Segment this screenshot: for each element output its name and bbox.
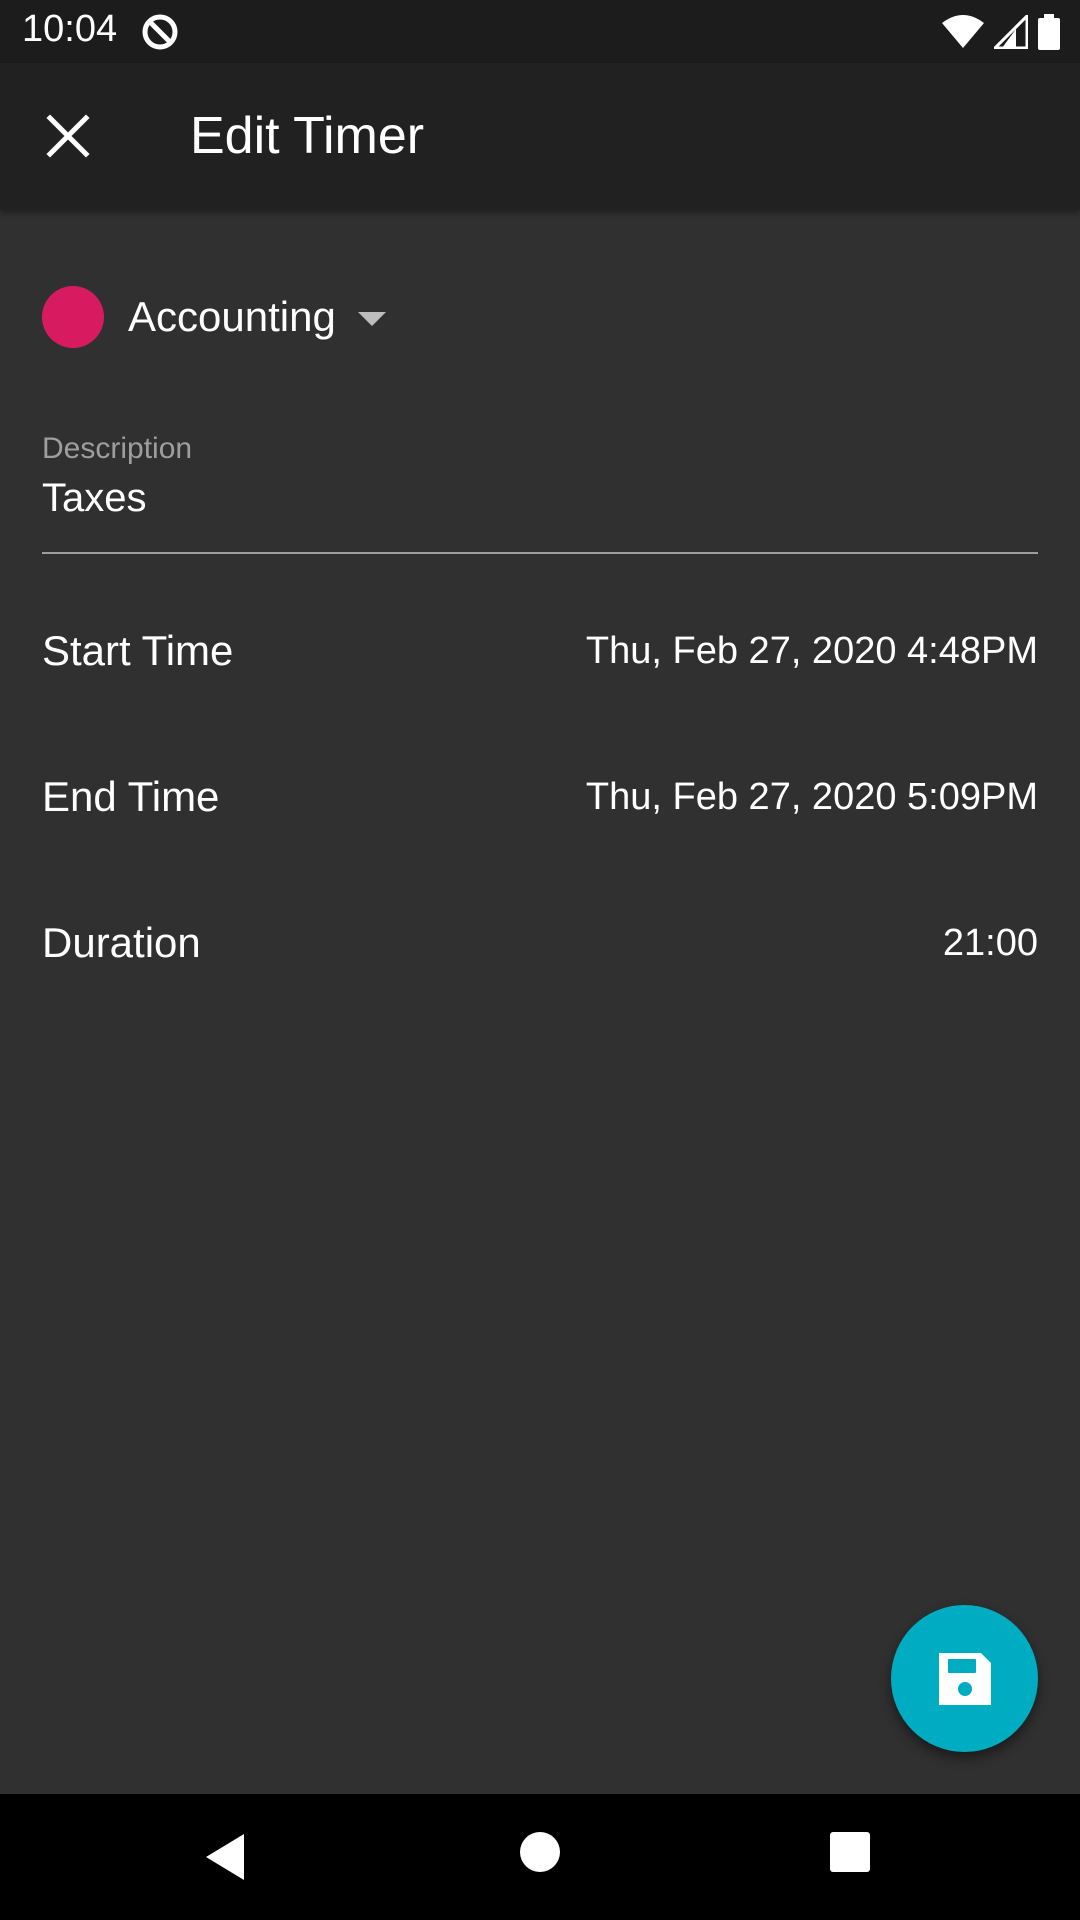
recents-icon[interactable] (830, 1832, 870, 1872)
battery-icon (1038, 14, 1060, 50)
home-icon[interactable] (520, 1832, 560, 1872)
cell-signal-icon (994, 15, 1028, 49)
edit-timer-screen: 10:04 Edit Timer Accounting Description … (0, 0, 1080, 1920)
duration-value[interactable]: 21:00 (943, 922, 1038, 965)
back-icon[interactable] (200, 1830, 250, 1884)
status-bar: 10:04 (0, 0, 1080, 63)
description-underline (42, 552, 1038, 554)
duration-row: Duration 21:00 (42, 898, 1038, 988)
app-notification-icon (142, 14, 178, 50)
duration-label: Duration (42, 919, 201, 966)
close-icon[interactable] (40, 108, 96, 164)
save-button[interactable] (891, 1605, 1038, 1752)
start-time-value[interactable]: Thu, Feb 27, 2020 4:48PM (586, 630, 1038, 673)
project-selector[interactable]: Accounting (42, 286, 386, 348)
description-field[interactable]: Description (42, 432, 1038, 556)
end-time-row: End Time Thu, Feb 27, 2020 5:09PM (42, 752, 1038, 842)
project-color-dot (42, 286, 104, 348)
start-time-label: Start Time (42, 627, 234, 674)
status-time: 10:04 (22, 8, 118, 50)
description-input[interactable] (42, 476, 1032, 521)
start-time-row: Start Time Thu, Feb 27, 2020 4:48PM (42, 606, 1038, 696)
status-icons (942, 12, 1060, 52)
app-bar: Edit Timer (0, 63, 1080, 210)
caret-down-icon (357, 312, 386, 326)
project-name: Accounting (128, 293, 336, 340)
wifi-icon (942, 15, 984, 48)
end-time-label: End Time (42, 773, 220, 820)
page-title: Edit Timer (190, 107, 425, 165)
description-label: Description (42, 432, 193, 465)
end-time-value[interactable]: Thu, Feb 27, 2020 5:09PM (586, 776, 1038, 819)
system-nav-bar (0, 1794, 1080, 1920)
save-icon (938, 1652, 991, 1705)
